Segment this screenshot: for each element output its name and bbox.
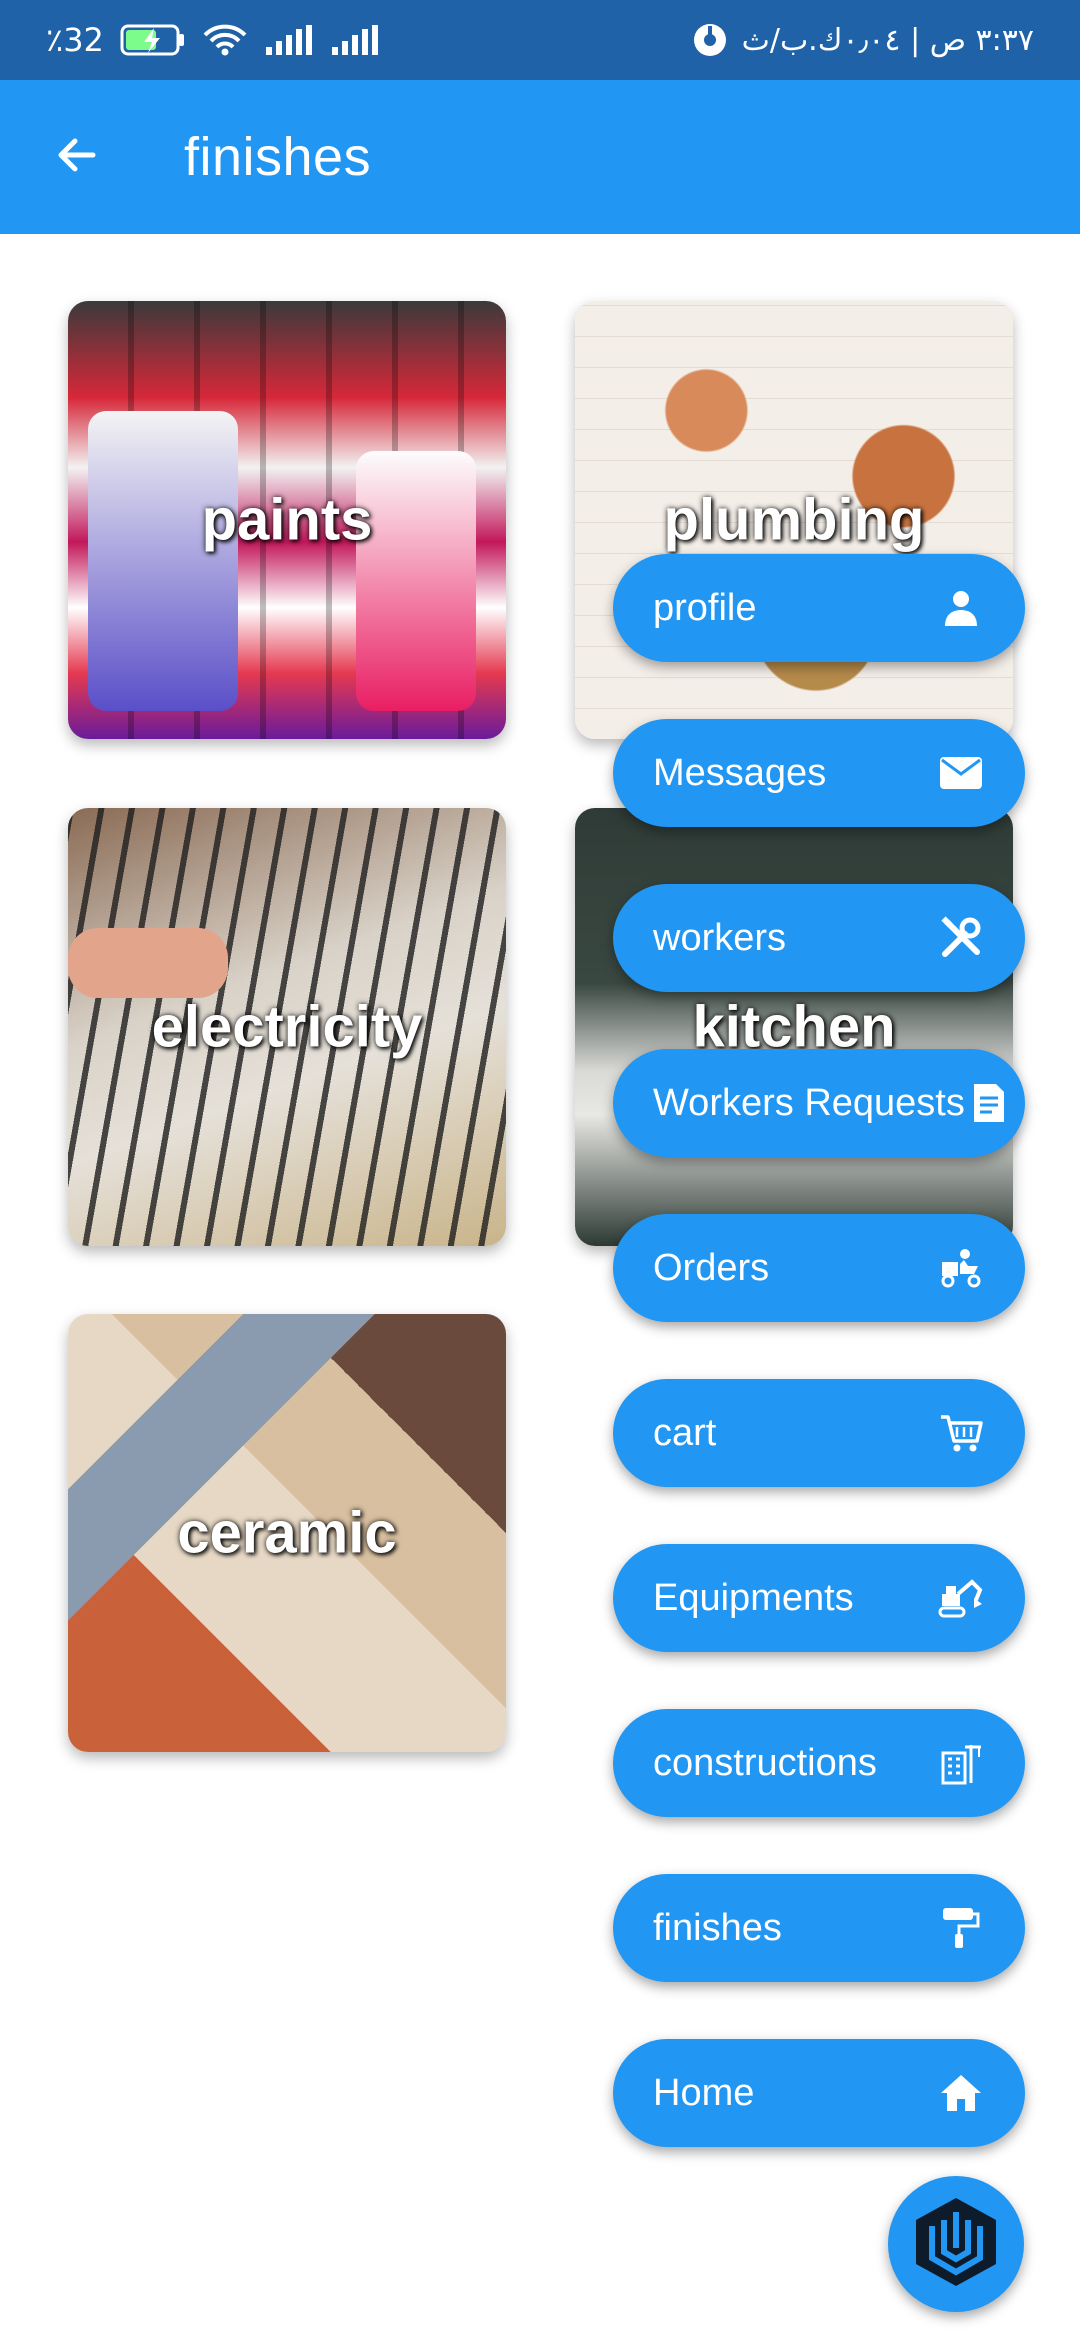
category-tile-kitchen[interactable]: kitchen — [575, 808, 1013, 1246]
menu-orders-button[interactable]: Orders — [613, 1214, 1025, 1322]
menu-label: constructions — [653, 1741, 877, 1784]
category-label: electricity — [151, 994, 423, 1060]
menu-profile-button[interactable]: profile — [613, 554, 1025, 662]
menu-label: Equipments — [653, 1576, 854, 1619]
menu-home-button[interactable]: Home — [613, 2039, 1025, 2147]
menu-equipments-button[interactable]: Equipments — [613, 1544, 1025, 1652]
menu-constructions-button[interactable]: constructions — [613, 1709, 1025, 1817]
wifi-icon — [202, 23, 248, 57]
paint-roller-icon — [937, 1904, 985, 1952]
notification-app-icon — [692, 22, 728, 58]
mail-icon — [937, 749, 985, 797]
category-tile-plumbing[interactable]: plumbing — [575, 301, 1013, 739]
menu-label: Home — [653, 2071, 755, 2114]
menu-label: workers — [653, 916, 787, 959]
menu-workers-requests-button[interactable]: Workers Requests — [613, 1049, 1025, 1157]
category-tile-electricity[interactable]: electricity — [68, 808, 506, 1246]
app-bar: finishes — [0, 80, 1080, 234]
menu-messages-button[interactable]: Messages — [613, 719, 1025, 827]
menu-cart-button[interactable]: cart — [613, 1379, 1025, 1487]
category-tile-ceramic[interactable]: ceramic — [68, 1314, 506, 1752]
cart-icon — [937, 1409, 985, 1457]
category-label: plumbing — [663, 487, 925, 553]
signal-icon-2 — [330, 23, 380, 57]
building-crane-icon — [937, 1739, 985, 1787]
menu-label: Orders — [653, 1246, 770, 1289]
menu-label: Messages — [653, 751, 827, 794]
category-label: paints — [201, 487, 373, 553]
speed-dial-fab[interactable] — [888, 2176, 1024, 2312]
menu-label: Workers Requests — [653, 1081, 965, 1124]
screen: ٪32 ٣:٣٧ ص | ٠٫٠٤ك.ب/ث finishes paints p… — [0, 0, 1080, 2340]
app-logo-icon — [906, 2192, 1006, 2297]
category-label: ceramic — [177, 1500, 397, 1566]
page-title: finishes — [184, 127, 372, 187]
menu-workers-button[interactable]: workers — [613, 884, 1025, 992]
menu-label: cart — [653, 1411, 717, 1454]
excavator-icon — [937, 1574, 985, 1622]
signal-icon — [264, 23, 314, 57]
document-icon — [965, 1079, 1013, 1127]
arrow-left-icon — [53, 131, 101, 184]
back-button[interactable] — [40, 120, 114, 194]
battery-percent: ٪32 — [46, 21, 104, 59]
person-icon — [937, 584, 985, 632]
status-bar: ٪32 ٣:٣٧ ص | ٠٫٠٤ك.ب/ث — [0, 0, 1080, 80]
menu-finishes-button[interactable]: finishes — [613, 1874, 1025, 1982]
status-right: ٣:٣٧ ص | ٠٫٠٤ك.ب/ث — [692, 22, 1034, 58]
delivery-icon — [937, 1244, 985, 1292]
status-left: ٪32 — [46, 21, 380, 59]
status-time: ٣:٣٧ ص | ٠٫٠٤ك.ب/ث — [741, 22, 1034, 58]
category-tile-paints[interactable]: paints — [68, 301, 506, 739]
battery-charging-icon — [120, 23, 186, 57]
tools-icon — [937, 914, 985, 962]
menu-label: profile — [653, 586, 757, 629]
home-icon — [937, 2069, 985, 2117]
menu-label: finishes — [653, 1906, 782, 1949]
